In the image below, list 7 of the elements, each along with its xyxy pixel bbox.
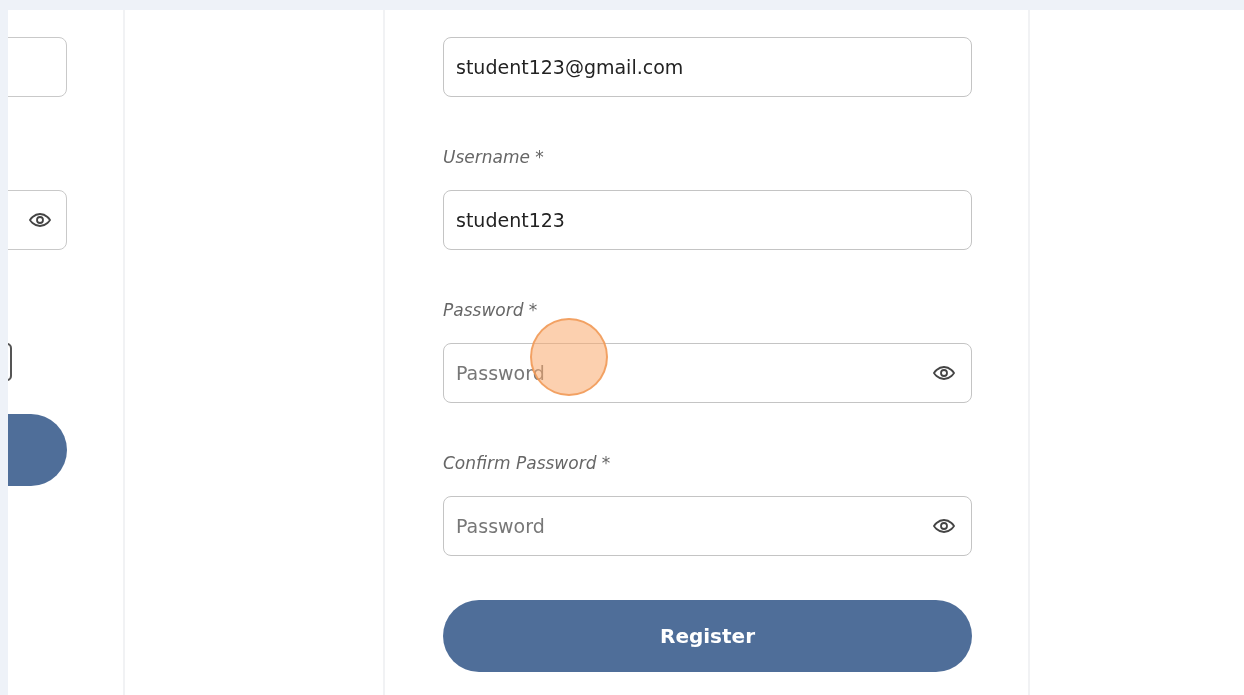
password-field[interactable]: Password (443, 496, 972, 556)
input-field[interactable]: student123 (443, 190, 972, 250)
field-label: Username * (443, 147, 545, 167)
field-label: Password * (443, 300, 539, 320)
input-field[interactable]: student123@gmail.com (443, 37, 972, 97)
field-label: Confirm Password * (443, 453, 612, 473)
register-button[interactable]: Register (443, 600, 972, 672)
